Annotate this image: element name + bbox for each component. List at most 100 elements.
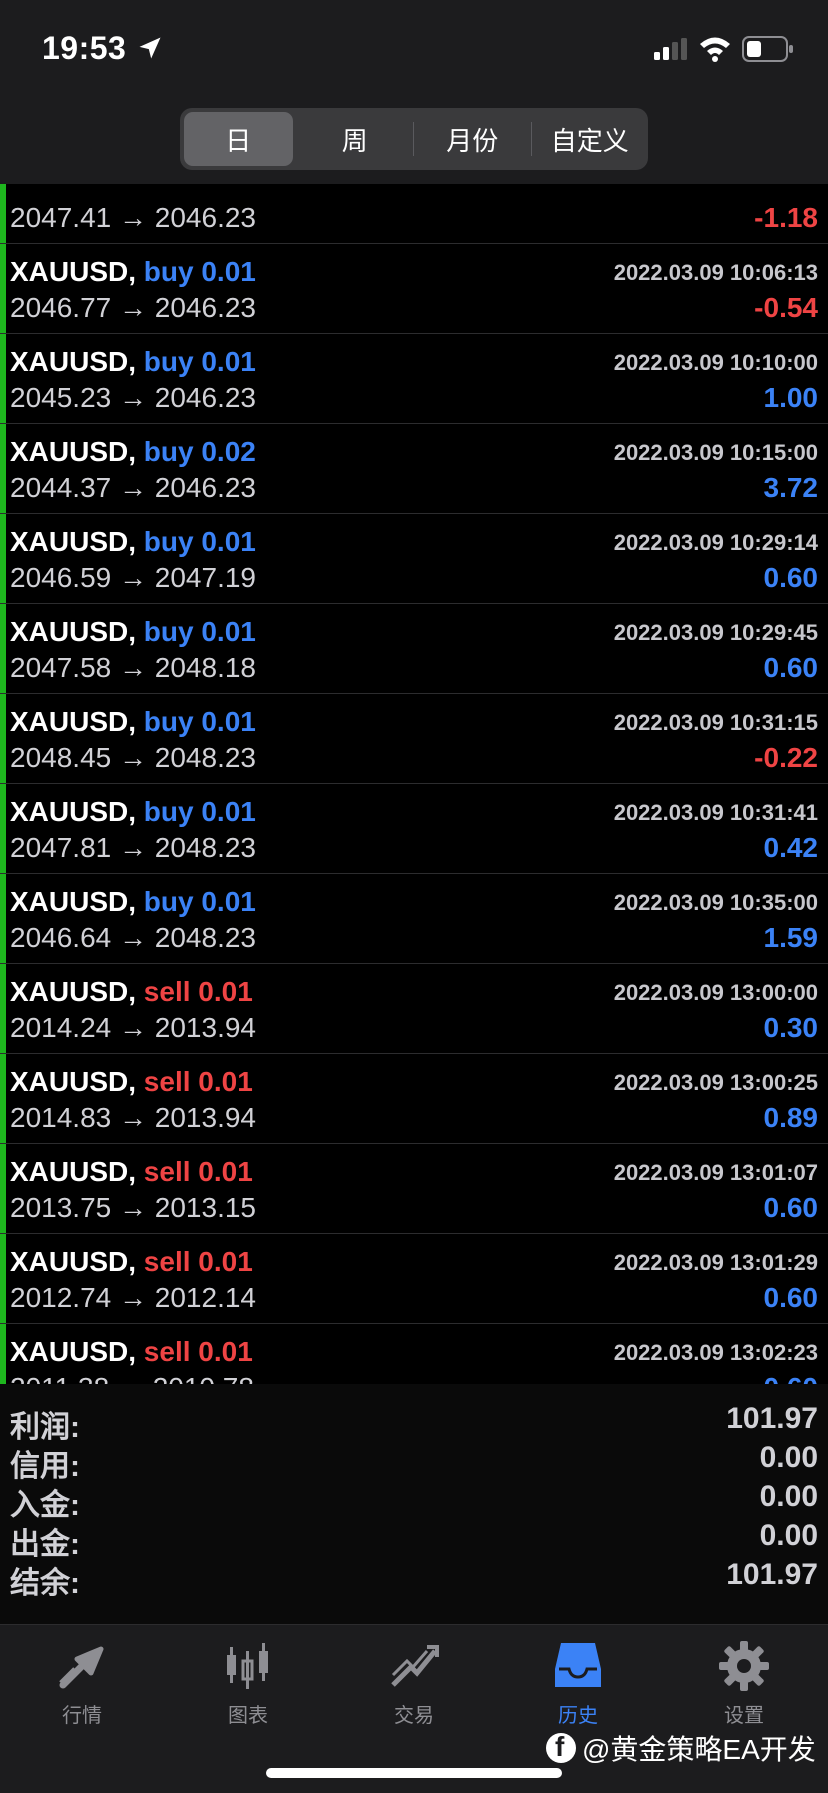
- home-indicator[interactable]: [266, 1768, 562, 1778]
- open-price: 2046.59: [10, 562, 112, 593]
- tab-settings-label: 设置: [724, 1705, 764, 1727]
- watermark: @黄金策略EA开发: [546, 1728, 816, 1768]
- trade-datetime: 2022.03.09 10:35:00: [613, 890, 818, 915]
- trade-row[interactable]: XAUUSD, sell 0.01 2022.03.09 13:01:07 2013…: [0, 1144, 828, 1234]
- summary-row: 出金: 0.00: [10, 1515, 818, 1561]
- close-price: 2013.15: [154, 1192, 256, 1223]
- trade-row[interactable]: XAUUSD, buy 0.02 2022.03.09 10:15:00 2044.…: [0, 424, 828, 514]
- open-price: 2044.37: [10, 472, 112, 503]
- trade-datetime: 2022.03.09 13:00:25: [613, 1070, 818, 1095]
- arrow-icon: →: [119, 1012, 147, 1043]
- close-price: 2046.23: [154, 292, 256, 323]
- trade-profit: 0.89: [763, 1102, 819, 1133]
- trade-symbol: XAUUSD, sell 0.01: [10, 1156, 253, 1187]
- close-price: 2046.23: [154, 202, 256, 233]
- period-header: 日 周 月份 自定义: [0, 100, 828, 184]
- trade-row[interactable]: XAUUSD, buy 0.01 2022.03.09 10:10:00 2045.…: [0, 334, 828, 424]
- tab-trade[interactable]: 交易: [354, 1639, 474, 1729]
- settings-icon: [719, 1641, 769, 1691]
- trade-row[interactable]: XAUUSD, buy 0.01 2022.03.09 10:29:14 2046.…: [0, 514, 828, 604]
- close-price: 2048.23: [154, 832, 256, 863]
- trade-side: sell 0.01: [143, 976, 253, 1007]
- trade-symbol: XAUUSD, sell 0.01: [10, 1336, 253, 1367]
- arrow-icon: →: [119, 742, 147, 773]
- open-price: 2014.24: [10, 1012, 112, 1043]
- trade-datetime: 2022.03.09 13:01:29: [613, 1250, 818, 1275]
- trade-history-list[interactable]: 2047.41 → 2046.23 -1.18 XAUUSD, buy 0.01 20…: [0, 184, 828, 1384]
- trade-row[interactable]: XAUUSD, buy 0.01 2022.03.09 10:31:15 2048.…: [0, 694, 828, 784]
- open-price: 2047.81: [10, 832, 112, 863]
- trade-row[interactable]: XAUUSD, sell 0.01 2022.03.09 13:02:23 2011…: [0, 1324, 828, 1384]
- tab-week[interactable]: 周: [301, 112, 410, 166]
- arrow-icon: →: [117, 1372, 145, 1384]
- trade-row[interactable]: XAUUSD, buy 0.01 2022.03.09 10:06:13 2046.…: [0, 244, 828, 334]
- trade-row[interactable]: 2047.41 → 2046.23 -1.18: [0, 184, 828, 244]
- summary-row: 信用: 0.00: [10, 1437, 818, 1483]
- trade-prices: 2047.58 → 2048.18: [10, 652, 256, 684]
- facebook-icon: [546, 1731, 576, 1763]
- trade-side: buy 0.01: [143, 616, 256, 647]
- arrow-icon: →: [119, 652, 147, 683]
- trade-side: sell 0.01: [143, 1066, 253, 1097]
- tab-month[interactable]: 月份: [418, 112, 527, 166]
- trade-symbol: XAUUSD, buy 0.02: [10, 436, 256, 467]
- trade-row[interactable]: XAUUSD, sell 0.01 2022.03.09 13:00:00 2014…: [0, 964, 828, 1054]
- close-price: 2010.78: [153, 1372, 254, 1384]
- trade-row[interactable]: XAUUSD, sell 0.01 2022.03.09 13:01:29 2012…: [0, 1234, 828, 1324]
- summary-value: 101.97: [726, 1402, 818, 1435]
- trade-profit: 1.00: [763, 382, 819, 413]
- close-price: 2046.23: [154, 472, 256, 503]
- close-price: 2013.94: [154, 1012, 256, 1043]
- tab-settings[interactable]: 设置: [684, 1639, 804, 1729]
- tab-quotes[interactable]: 行情: [22, 1639, 142, 1729]
- trade-row[interactable]: XAUUSD, buy 0.01 2022.03.09 10:35:00 2046.…: [0, 874, 828, 964]
- trade-row[interactable]: XAUUSD, buy 0.01 2022.03.09 10:29:45 2047.…: [0, 604, 828, 694]
- cellular-signal-icon: [654, 38, 687, 60]
- open-price: 2047.41: [10, 202, 112, 233]
- summary-value: 0.00: [759, 1519, 818, 1552]
- trade-prices: 2012.74 → 2012.14: [10, 1282, 256, 1314]
- trade-symbol: XAUUSD, buy 0.01: [10, 526, 256, 557]
- tab-history[interactable]: 历史: [518, 1639, 638, 1729]
- trade-profit: 0.42: [763, 832, 819, 863]
- tab-chart[interactable]: 图表: [188, 1639, 308, 1729]
- trade-prices: 2011.38 → 2010.78: [10, 1372, 254, 1384]
- tab-custom[interactable]: 自定义: [536, 112, 645, 166]
- trade-row[interactable]: XAUUSD, sell 0.01 2022.03.09 13:00:25 2014…: [0, 1054, 828, 1144]
- open-price: 2012.74: [10, 1282, 112, 1313]
- trade-symbol: XAUUSD, buy 0.01: [10, 886, 256, 917]
- arrow-icon: →: [119, 832, 147, 863]
- arrow-icon: →: [119, 1102, 147, 1133]
- trade-profit: 1.59: [763, 922, 819, 953]
- trade-symbol: XAUUSD, buy 0.01: [10, 256, 256, 287]
- summary-value: 0.00: [759, 1441, 818, 1474]
- trade-datetime: 2022.03.09 10:29:45: [613, 620, 818, 645]
- trade-prices: 2046.64 → 2048.23: [10, 922, 256, 954]
- tab-chart-label: 图表: [228, 1705, 268, 1727]
- trade-side: buy 0.01: [143, 886, 256, 917]
- close-price: 2048.18: [154, 652, 256, 683]
- trade-profit: -0.54: [754, 292, 818, 323]
- close-price: 2047.19: [154, 562, 256, 593]
- tab-day[interactable]: 日: [184, 112, 293, 166]
- trade-row[interactable]: XAUUSD, buy 0.01 2022.03.09 10:31:41 2047.…: [0, 784, 828, 874]
- trade-datetime: 2022.03.09 10:10:00: [613, 350, 818, 375]
- open-price: 2046.64: [10, 922, 112, 953]
- trade-datetime: 2022.03.09 10:31:41: [613, 800, 818, 825]
- trade-datetime: 2022.03.09 13:00:00: [613, 980, 818, 1005]
- trade-symbol: XAUUSD, buy 0.01: [10, 346, 256, 377]
- open-price: 2047.58: [10, 652, 112, 683]
- trade-side: buy 0.01: [143, 346, 256, 377]
- location-arrow-icon: [139, 37, 161, 59]
- arrow-icon: →: [119, 1282, 147, 1313]
- trade-datetime: 2022.03.09 10:29:14: [613, 530, 818, 555]
- arrow-icon: →: [119, 922, 147, 953]
- trade-datetime: 2022.03.09 10:06:13: [613, 260, 818, 285]
- trade-side: buy 0.01: [143, 526, 256, 557]
- trade-side: buy 0.02: [143, 436, 256, 467]
- trade-symbol: XAUUSD, sell 0.01: [10, 1246, 253, 1277]
- tab-history-label: 历史: [558, 1705, 598, 1727]
- account-summary: 利润: 101.97 信用: 0.00 入金: 0.00 出金: 0.00 结余: 101.97: [0, 1384, 828, 1624]
- trade-prices: 2014.83 → 2013.94: [10, 1102, 256, 1134]
- arrow-icon: →: [119, 292, 147, 323]
